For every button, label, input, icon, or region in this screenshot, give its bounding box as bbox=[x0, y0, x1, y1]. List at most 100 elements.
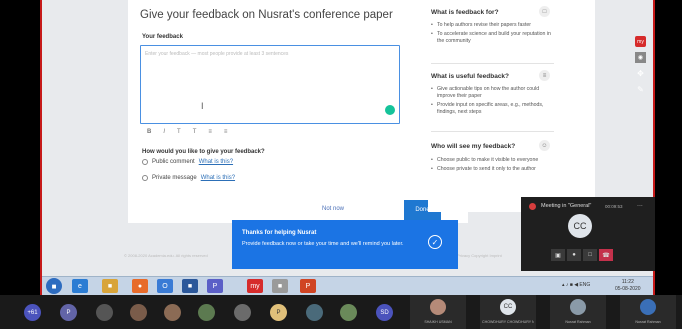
numbered-list-button[interactable]: ≡ bbox=[224, 129, 228, 135]
grammarly-icon[interactable] bbox=[385, 105, 395, 115]
start-button[interactable]: ■ bbox=[46, 278, 62, 294]
share-screen-icon[interactable]: □ bbox=[583, 249, 597, 261]
sidebar-heading-useful: What is useful feedback? bbox=[431, 73, 510, 80]
participant-tile[interactable]: Nusrat Rahman bbox=[620, 295, 676, 329]
my-app-icon[interactable]: my bbox=[635, 36, 646, 47]
participant-name: Nusrat Rahman bbox=[635, 320, 661, 324]
divider bbox=[431, 63, 554, 64]
feedback-textarea[interactable]: Enter your feedback — most people provid… bbox=[140, 45, 400, 124]
feedback-label: Your feedback bbox=[142, 34, 183, 40]
list-item: Provide input on specific areas, e.g., m… bbox=[431, 102, 556, 116]
list-item: Give actionable tips on how the author c… bbox=[431, 86, 556, 100]
italic-button[interactable]: I bbox=[163, 129, 165, 135]
taskbar-app-paint[interactable]: ■ bbox=[272, 279, 288, 293]
avatar: CC bbox=[568, 214, 592, 238]
footer-links[interactable]: Privacy Copyright Imprint bbox=[457, 253, 502, 258]
system-tray[interactable]: ▴ ♪ ■ ◀ ENG bbox=[562, 282, 590, 288]
taskbar-clock[interactable]: 11:22 05-08-2020 bbox=[615, 279, 641, 293]
meeting-popup[interactable]: Meeting in "General" 00:09:53 ... CC ▣ ●… bbox=[521, 197, 655, 271]
not-now-button[interactable]: Not now bbox=[322, 206, 344, 212]
participant-avatar[interactable] bbox=[130, 304, 147, 321]
participant-name: CHOWDHURY CHOWDHURY NUSRAT bbox=[482, 320, 534, 324]
participant-avatar[interactable]: P bbox=[60, 304, 77, 321]
toast-body: Provide feedback now or take your time a… bbox=[242, 241, 404, 247]
avatar bbox=[640, 299, 656, 315]
visibility-question: How would you like to give your feedback… bbox=[142, 149, 265, 155]
participant-name: SHAIKH USMAN bbox=[424, 320, 452, 324]
microphone-icon[interactable]: ● bbox=[567, 249, 581, 261]
taskbar-app-my[interactable]: my bbox=[247, 279, 263, 293]
taskbar-app-powerpoint[interactable]: P bbox=[300, 279, 316, 293]
participant-strip: +61 P P SD SHAIKH USMAN CC CHOWDHURY CHO… bbox=[0, 295, 682, 329]
recording-dot-icon bbox=[529, 203, 536, 210]
private-message-option[interactable]: Private message What is this? bbox=[142, 175, 235, 181]
sidebar-list-visibility: Choose public to make it visible to ever… bbox=[431, 157, 556, 175]
meeting-controls: ▣ ● □ ☎ bbox=[551, 249, 613, 261]
footer-copyright: © 2008-2020 Academia.edu. All rights res… bbox=[124, 253, 208, 258]
text-size-button[interactable]: T bbox=[193, 129, 197, 135]
heading-button[interactable]: T bbox=[177, 129, 181, 135]
participant-avatar[interactable] bbox=[340, 304, 357, 321]
card-title: Give your feedback on Nusrat's conferenc… bbox=[140, 9, 393, 21]
list-item: Choose public to make it visible to ever… bbox=[431, 157, 556, 164]
check-circle-icon: ✓ bbox=[428, 235, 442, 249]
taskbar-app-ie[interactable]: e bbox=[72, 279, 88, 293]
participant-tile[interactable]: CC CHOWDHURY CHOWDHURY NUSRAT bbox=[480, 295, 536, 329]
public-label: Public comment bbox=[152, 159, 195, 165]
format-toolbar: B I T T ≡ ≡ bbox=[147, 129, 227, 135]
move-icon[interactable]: ✥ bbox=[635, 68, 646, 79]
annotation-toolbar: my ◉ ✥ ✎ bbox=[634, 36, 647, 95]
list-icon: ≡ bbox=[539, 70, 550, 81]
person-icon: ☺ bbox=[539, 140, 550, 151]
participant-tile[interactable]: SHAIKH USMAN bbox=[410, 295, 466, 329]
thanks-toast: Thanks for helping Nusrat Provide feedba… bbox=[232, 220, 458, 269]
participant-tile[interactable]: Nusrat Rahman bbox=[550, 295, 606, 329]
participant-avatar[interactable] bbox=[306, 304, 323, 321]
pen-icon[interactable]: ✎ bbox=[635, 84, 646, 95]
divider bbox=[431, 131, 554, 132]
sidebar-list-useful: Give actionable tips on how the author c… bbox=[431, 86, 556, 118]
participant-name: Nusrat Rahman bbox=[565, 320, 591, 324]
camera-icon[interactable]: ▣ bbox=[551, 249, 565, 261]
taskbar-app-chrome[interactable]: O bbox=[157, 279, 173, 293]
text-cursor-icon: I bbox=[201, 101, 204, 111]
participant-avatar[interactable] bbox=[198, 304, 215, 321]
taskbar-app-outlook[interactable]: ■ bbox=[182, 279, 198, 293]
sidebar-heading-purpose: What is feedback for? bbox=[431, 9, 499, 16]
private-radio[interactable] bbox=[142, 175, 148, 181]
feedback-placeholder: Enter your feedback — most people provid… bbox=[145, 51, 289, 57]
taskbar-app-teams[interactable]: P bbox=[207, 279, 223, 293]
avatar bbox=[570, 299, 586, 315]
record-icon[interactable]: ◉ bbox=[635, 52, 646, 63]
meeting-timer: 00:09:53 bbox=[605, 204, 623, 209]
sidebar-heading-visibility: Who will see my feedback? bbox=[431, 143, 516, 150]
taskbar-app-explorer[interactable]: ■ bbox=[102, 279, 118, 293]
participant-count-badge[interactable]: +61 bbox=[24, 304, 41, 321]
participant-avatar[interactable] bbox=[96, 304, 113, 321]
list-item: Choose private to send it only to the au… bbox=[431, 166, 556, 173]
list-item: To help authors revise their papers fast… bbox=[431, 22, 556, 29]
feedback-card: Give your feedback on Nusrat's conferenc… bbox=[128, 0, 468, 223]
clock-time: 11:22 bbox=[621, 279, 634, 285]
participant-avatar[interactable]: P bbox=[270, 304, 287, 321]
public-what-link[interactable]: What is this? bbox=[199, 159, 233, 165]
avatar: CC bbox=[500, 299, 516, 315]
public-comment-option[interactable]: Public comment What is this? bbox=[142, 159, 233, 165]
chat-icon: □ bbox=[539, 6, 550, 17]
participant-avatar[interactable] bbox=[234, 304, 251, 321]
public-radio[interactable] bbox=[142, 159, 148, 165]
participant-avatar[interactable] bbox=[164, 304, 181, 321]
private-what-link[interactable]: What is this? bbox=[201, 175, 235, 181]
taskbar-app-media[interactable]: ● bbox=[132, 279, 148, 293]
bullet-list-button[interactable]: ≡ bbox=[208, 129, 212, 135]
feedback-help-sidebar: What is feedback for? □ To help authors … bbox=[428, 0, 595, 212]
avatar bbox=[430, 299, 446, 315]
windows-taskbar: ■ e ■ ● O ■ P my ■ P ▴ ♪ ■ ◀ ENG 11:22 0… bbox=[42, 276, 653, 295]
clock-date: 05-08-2020 bbox=[615, 286, 641, 292]
participant-avatar[interactable]: SD bbox=[376, 304, 393, 321]
more-options-icon[interactable]: ... bbox=[637, 201, 643, 208]
bold-button[interactable]: B bbox=[147, 129, 151, 135]
hang-up-icon[interactable]: ☎ bbox=[599, 249, 613, 261]
meeting-title: Meeting in "General" bbox=[541, 203, 592, 209]
sidebar-list-purpose: To help authors revise their papers fast… bbox=[431, 22, 556, 47]
